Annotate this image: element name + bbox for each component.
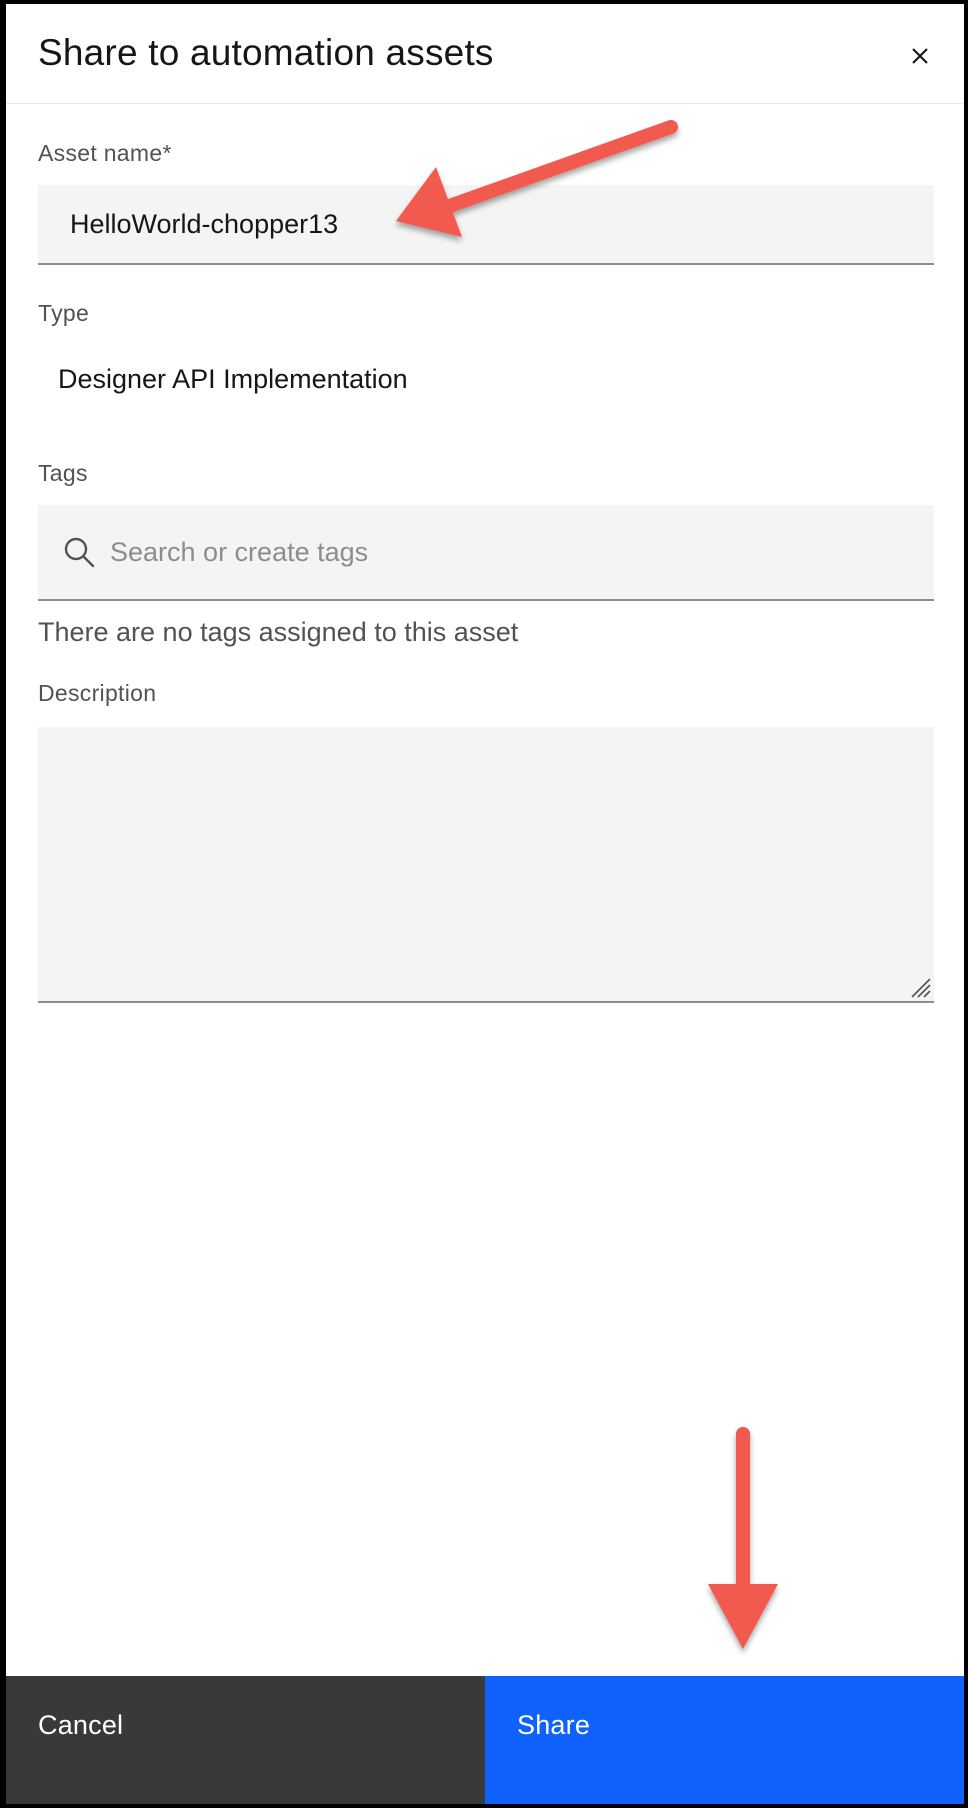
- dialog-header: Share to automation assets: [6, 4, 964, 104]
- close-button[interactable]: [900, 36, 940, 76]
- tags-search-input[interactable]: Search or create tags: [38, 505, 934, 601]
- no-tags-message: There are no tags assigned to this asset: [38, 617, 519, 647]
- tags-label: Tags: [38, 460, 88, 486]
- description-label: Description: [38, 680, 157, 706]
- description-textarea[interactable]: [38, 727, 934, 1003]
- tags-placeholder: Search or create tags: [110, 537, 369, 567]
- share-dialog: Share to automation assets Asset name* H…: [0, 0, 968, 1808]
- type-label: Type: [38, 300, 90, 326]
- close-icon: [912, 48, 928, 64]
- asset-name-value: HelloWorld-chopper13: [70, 208, 339, 239]
- cancel-button[interactable]: Cancel: [6, 1676, 485, 1804]
- dialog-footer: Cancel Share: [6, 1676, 964, 1804]
- type-value: Designer API Implementation: [58, 364, 408, 394]
- annotation-arrow: [708, 1427, 778, 1649]
- asset-name-label: Asset name*: [38, 140, 172, 166]
- dialog-title: Share to automation assets: [38, 32, 494, 73]
- share-button[interactable]: Share: [485, 1676, 964, 1804]
- asset-name-input[interactable]: HelloWorld-chopper13: [38, 185, 934, 265]
- resize-handle-icon[interactable]: [906, 973, 932, 999]
- search-icon: [64, 537, 95, 568]
